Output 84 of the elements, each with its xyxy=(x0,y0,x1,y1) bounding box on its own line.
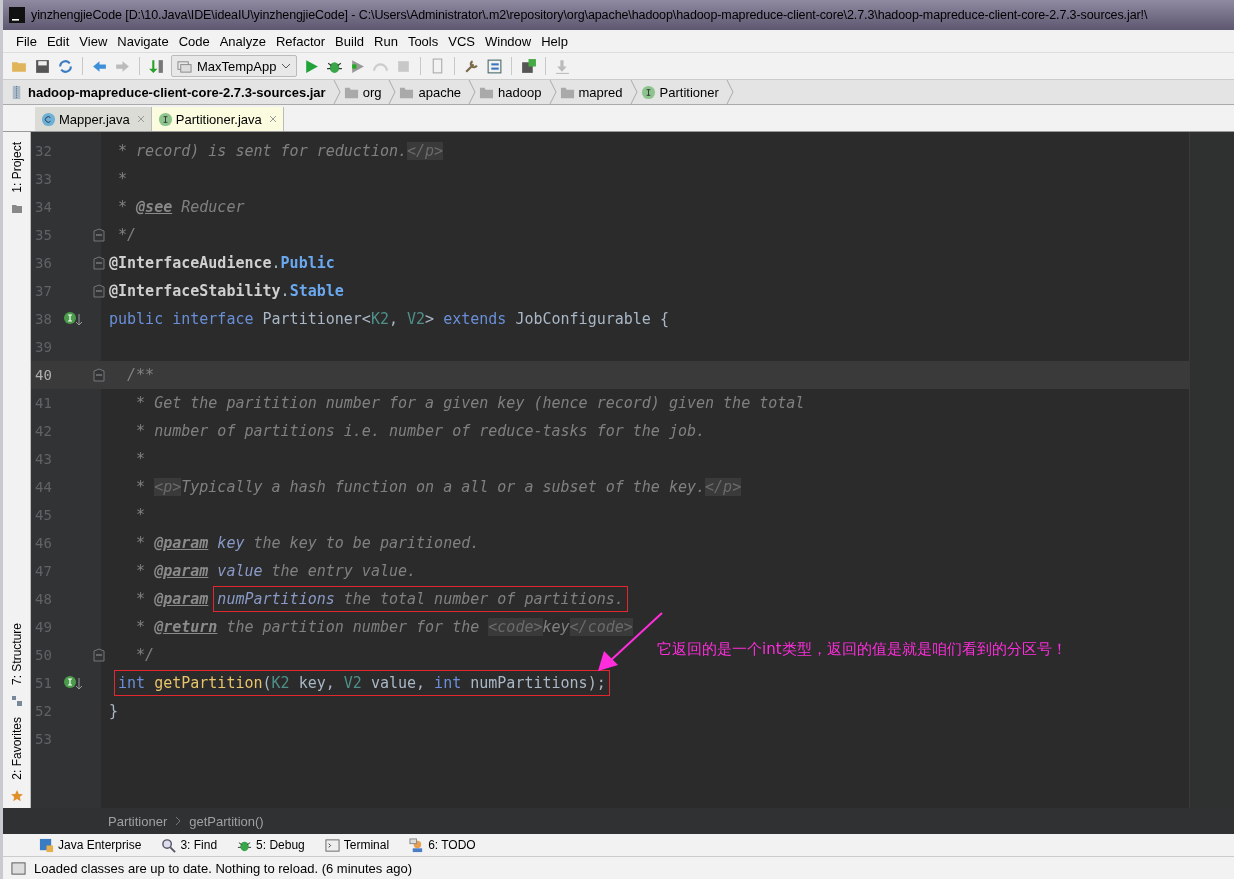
tool-window-button[interactable]: Java Enterprise xyxy=(39,837,142,853)
fold-icon[interactable] xyxy=(93,256,105,270)
app-logo-icon xyxy=(9,7,25,23)
tool-window-button[interactable]: 3: Find xyxy=(161,837,218,853)
menu-item[interactable]: Analyze xyxy=(214,33,271,49)
chevron-icon xyxy=(175,816,182,826)
navigation-crumb[interactable]: hadoop-mapreduce-client-core-2.7.3-sources.jar xyxy=(9,80,344,104)
menu-item[interactable]: Code xyxy=(173,33,215,49)
star-icon xyxy=(10,790,23,802)
code-text: * Get the paritition number for a given key (hence record) given the total xyxy=(135,394,805,412)
tool-window-button[interactable]: 5: Debug xyxy=(237,837,305,853)
implemented-icon[interactable] xyxy=(63,311,83,327)
menu-item[interactable]: Help xyxy=(536,33,573,49)
close-icon[interactable] xyxy=(136,115,145,123)
code-text: * xyxy=(117,170,128,188)
navigation-crumb[interactable]: apache xyxy=(399,80,480,104)
code-text: * @param value the entry value. xyxy=(135,562,417,580)
code-text: * @param xyxy=(135,590,209,608)
code-text: @InterfaceStability.Stable xyxy=(109,282,344,300)
interface-icon xyxy=(157,111,173,127)
editor-tab[interactable]: Mapper.java xyxy=(35,107,152,131)
menu-item[interactable]: Refactor xyxy=(270,33,331,49)
code-text: * xyxy=(135,450,146,468)
application-icon xyxy=(39,837,54,853)
structure-icon[interactable] xyxy=(486,57,504,75)
class-icon xyxy=(41,111,56,127)
navigation-crumb[interactable]: org xyxy=(343,80,400,104)
coverage-icon[interactable] xyxy=(349,57,367,75)
navigation-crumb[interactable]: mapred xyxy=(559,80,641,104)
code-text: public interface Partitioner<K2, V2> extends JobConfigurable { xyxy=(109,310,669,328)
code-text: /** xyxy=(126,366,155,384)
tool-window-tab[interactable]: 1: Project xyxy=(9,138,24,197)
navigation-crumb[interactable]: hadoop xyxy=(479,80,560,104)
code-text: */ xyxy=(117,226,137,244)
person-icon xyxy=(409,837,425,853)
menu-item[interactable]: File xyxy=(11,33,42,49)
structure-icon xyxy=(10,695,23,708)
menu-item[interactable]: Edit xyxy=(41,33,75,49)
navigation-crumb[interactable]: Partitioner xyxy=(640,80,737,104)
window-title: yinzhengjieCode [D:\10.Java\IDE\ideaIU\yinzhengjieCode] - C:\Users\Administrator\.m2\repository\org\apache\hadoop\hadoop-mapreduce-client-core\2.7.3\hadoop-mapreduce-client-core-2.7.3-sources.jar!\ xyxy=(31,8,1148,22)
tool-window-button[interactable]: 6: TODO xyxy=(409,837,476,853)
menu-item[interactable]: Tools xyxy=(402,33,444,49)
status-message: Loaded classes are up to date. Nothing to reload. (6 minutes ago) xyxy=(34,860,412,876)
code-text: * number of partitions i.e. number of reduce-tasks for the job. xyxy=(135,422,706,440)
fold-icon[interactable] xyxy=(93,648,105,662)
menu-item[interactable]: Window xyxy=(479,33,537,49)
binary-arrow-icon[interactable] xyxy=(148,57,165,75)
window-icon xyxy=(177,58,192,74)
code-text: @InterfaceAudience.Public xyxy=(109,254,335,272)
run-icon[interactable] xyxy=(303,57,321,75)
code-text: * @param key the key to be paritioned. xyxy=(135,534,480,552)
folder-icon xyxy=(10,202,23,215)
tool-window-tab[interactable]: 7: Structure xyxy=(9,619,24,690)
code-text: */ xyxy=(135,646,155,664)
interface-icon xyxy=(640,84,656,100)
caret-icon xyxy=(281,63,292,69)
code-text: * xyxy=(135,506,146,524)
menu-item[interactable]: Run xyxy=(369,33,403,49)
code-text: } xyxy=(109,702,119,720)
editor-tab[interactable]: Partitioner.java xyxy=(151,107,284,131)
fold-icon[interactable] xyxy=(93,228,105,242)
close-icon[interactable] xyxy=(268,115,277,123)
sync-icon[interactable] xyxy=(57,57,74,75)
line-number: 40 xyxy=(34,367,53,383)
fold-icon[interactable] xyxy=(93,368,105,382)
menu-item[interactable]: Build xyxy=(330,33,369,49)
tool-window-tab[interactable]: 2: Favorites xyxy=(9,713,24,784)
terminal-icon xyxy=(324,837,340,853)
run-configuration-dropdown[interactable]: MaxTempApp xyxy=(171,55,298,77)
menu-item[interactable]: VCS xyxy=(443,33,480,49)
tool-window-button[interactable]: Terminal xyxy=(324,837,390,853)
annotation-text: 它返回的是一个int类型，返回的值是就是咱们看到的分区号！ xyxy=(657,640,1067,659)
breadcrumb-item[interactable]: getPartition() xyxy=(189,813,264,829)
menu-item[interactable]: View xyxy=(74,33,113,49)
breadcrumb-item[interactable]: Partitioner xyxy=(108,813,182,829)
save-icon[interactable] xyxy=(34,57,51,75)
code-text: * @see Reducer xyxy=(117,198,245,216)
fold-icon[interactable] xyxy=(93,284,105,298)
download-icon[interactable] xyxy=(554,57,572,75)
menu-item[interactable]: Navigate xyxy=(112,33,174,49)
implemented-icon[interactable] xyxy=(63,675,83,691)
search-icon xyxy=(161,837,177,853)
sdk-icon[interactable] xyxy=(520,57,538,75)
panel-toggle-icon[interactable] xyxy=(11,860,26,876)
